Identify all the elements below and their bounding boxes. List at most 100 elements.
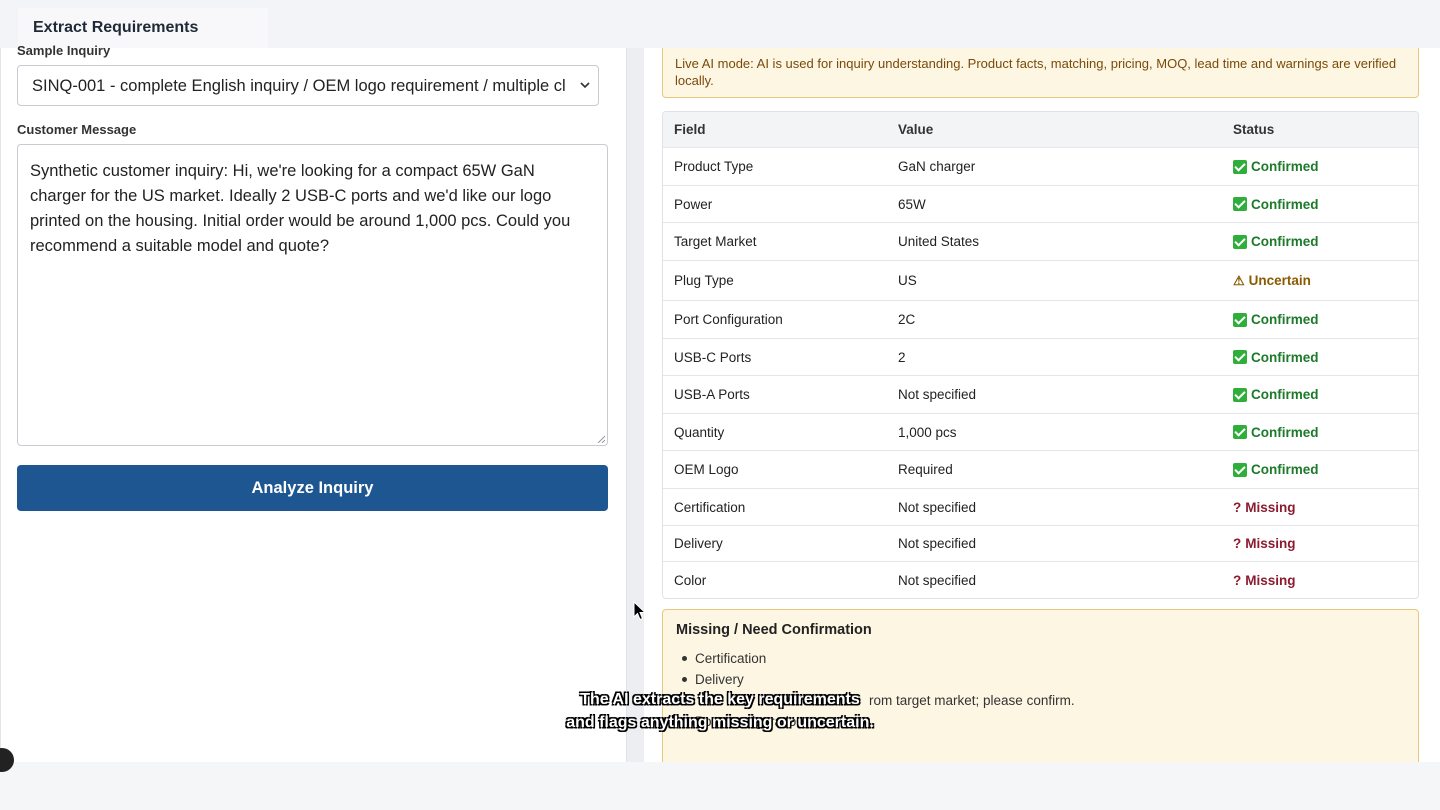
status-label: Confirmed [1251, 462, 1319, 477]
check-icon [1233, 425, 1247, 439]
check-icon [1233, 350, 1247, 364]
value-cell: Not specified [898, 499, 977, 515]
question-icon: ? [1233, 572, 1242, 588]
status-label: Confirmed [1251, 349, 1319, 365]
field-cell: USB-C Ports [674, 349, 752, 365]
value-cell: Required [898, 462, 953, 477]
top-bar: Extract Requirements [0, 0, 1440, 48]
status-label: Missing [1245, 572, 1296, 588]
value-cell: 2 [898, 349, 906, 365]
value-cell: United States [898, 234, 980, 249]
table-row: Certification Not specified? Missing [663, 489, 1418, 526]
tab-extract-requirements[interactable]: Extract Requirements [18, 8, 268, 48]
table-header: Field Value Status [663, 112, 1418, 148]
table-row: USB-C Ports 2 Confirmed [663, 339, 1418, 376]
table-row: OEM Logo Required Confirmed [663, 451, 1418, 489]
missing-confirmation-box: Missing / Need Confirmation Certificatio… [662, 609, 1419, 762]
value-cell: 1,000 pcs [898, 424, 957, 440]
header-field: Field [674, 122, 706, 137]
check-icon [1233, 197, 1247, 211]
table-row: Plug Type US ⚠ Uncertain [663, 261, 1418, 301]
field-cell: Quantity [674, 424, 725, 440]
requirements-table: Field Value Status Product Type GaN charg… [662, 111, 1419, 599]
status-label: Missing [1245, 536, 1296, 551]
field-cell: Color [674, 572, 707, 588]
field-cell: Power [674, 196, 713, 212]
status-cell: Confirmed [1222, 425, 1418, 440]
header-value: Value [898, 122, 934, 137]
status-cell: Confirmed [1222, 159, 1418, 174]
field-cell: Product Type [674, 159, 754, 174]
status-cell: Confirmed [1222, 387, 1418, 402]
subtitle-line-2: and flags anything missing or uncertain. [566, 714, 874, 731]
status-label: Confirmed [1251, 312, 1319, 327]
table-row: Product Type GaN charger Confirmed [663, 148, 1418, 186]
status-cell: Confirmed [1222, 350, 1418, 365]
chevron-down-icon [580, 82, 590, 89]
field-cell: Target Market [674, 234, 757, 249]
value-cell: GaN charger [898, 159, 976, 174]
header-status: Status [1233, 122, 1275, 137]
missing-title: Missing / Need Confirmation [676, 622, 872, 638]
ai-mode-notice: Live AI mode: AI is used for inquiry und… [662, 48, 1419, 98]
table-row: Quantity 1,000 pcs Confirmed [663, 414, 1418, 451]
status-cell: Confirmed [1222, 312, 1418, 327]
customer-message-textarea[interactable]: Synthetic customer inquiry: Hi, we're lo… [17, 144, 608, 446]
field-cell: Delivery [674, 536, 723, 551]
check-icon [1233, 312, 1247, 327]
status-cell: ? Missing [1222, 573, 1418, 588]
status-cell: Confirmed [1222, 234, 1418, 249]
table-row: Color Not specified? Missing [663, 562, 1418, 598]
field-cell: Plug Type [674, 273, 734, 288]
question-icon: ? [1233, 536, 1242, 551]
value-cell: 65W [898, 196, 926, 212]
table-row: USB-A Ports Not specified Confirmed [663, 376, 1418, 414]
sample-inquiry-select[interactable]: SINQ-001 - complete English inquiry / OE… [17, 65, 599, 106]
field-cell: Certification [674, 499, 746, 515]
results-panel: Live AI mode: AI is used for inquiry und… [644, 48, 1440, 762]
field-cell: OEM Logo [674, 462, 739, 477]
subtitle-line-1: The AI extracts the key requirements [580, 691, 860, 708]
panel-divider[interactable] [626, 48, 644, 762]
status-label: Confirmed [1251, 159, 1319, 174]
missing-item: Certification [682, 648, 1405, 669]
status-cell: Confirmed [1222, 197, 1418, 212]
analyze-inquiry-button[interactable]: Analyze Inquiry [17, 465, 608, 511]
table-row: Power 65W Confirmed [663, 186, 1418, 223]
field-cell: USB-A Ports [674, 387, 750, 402]
warning-icon: ⚠ [1233, 272, 1245, 288]
value-cell: Not specified [898, 536, 977, 551]
value-cell: 2C [898, 312, 916, 327]
status-label: Confirmed [1251, 234, 1319, 249]
check-icon [1233, 387, 1247, 402]
status-label: Missing [1245, 499, 1296, 515]
mouse-cursor-icon [633, 601, 647, 621]
sample-inquiry-label: Sample Inquiry [17, 43, 111, 58]
field-cell: Port Configuration [674, 312, 783, 327]
status-label: Confirmed [1251, 424, 1319, 440]
status-cell: ⚠ Uncertain [1222, 273, 1418, 289]
status-label: Uncertain [1248, 273, 1311, 288]
table-row: Target Market United States Confirmed [663, 223, 1418, 261]
question-icon: ? [1233, 499, 1242, 515]
check-icon [1233, 159, 1247, 174]
status-label: Confirmed [1251, 387, 1319, 402]
status-cell: Confirmed [1222, 462, 1418, 477]
resize-handle-icon[interactable] [597, 435, 605, 443]
check-icon [1233, 234, 1247, 249]
bottom-bar [0, 762, 1440, 810]
value-cell: Not specified [898, 572, 977, 588]
customer-message-label: Customer Message [17, 122, 137, 137]
table-row: Delivery Not specified? Missing [663, 526, 1418, 562]
status-cell: ? Missing [1222, 500, 1418, 515]
input-panel: Sample Inquiry SINQ-001 - complete Engli… [0, 43, 626, 762]
status-label: Confirmed [1251, 196, 1319, 212]
status-cell: ? Missing [1222, 536, 1418, 551]
check-icon [1233, 462, 1247, 477]
customer-message-text: Synthetic customer inquiry: Hi, we're lo… [30, 162, 571, 255]
table-row: Port Configuration 2C Confirmed [663, 301, 1418, 339]
value-cell: Not specified [898, 387, 977, 402]
sample-inquiry-value: SINQ-001 - complete English inquiry / OE… [32, 77, 566, 95]
video-subtitle: The AI extracts the key requirements and… [520, 688, 920, 734]
value-cell: US [898, 273, 917, 288]
